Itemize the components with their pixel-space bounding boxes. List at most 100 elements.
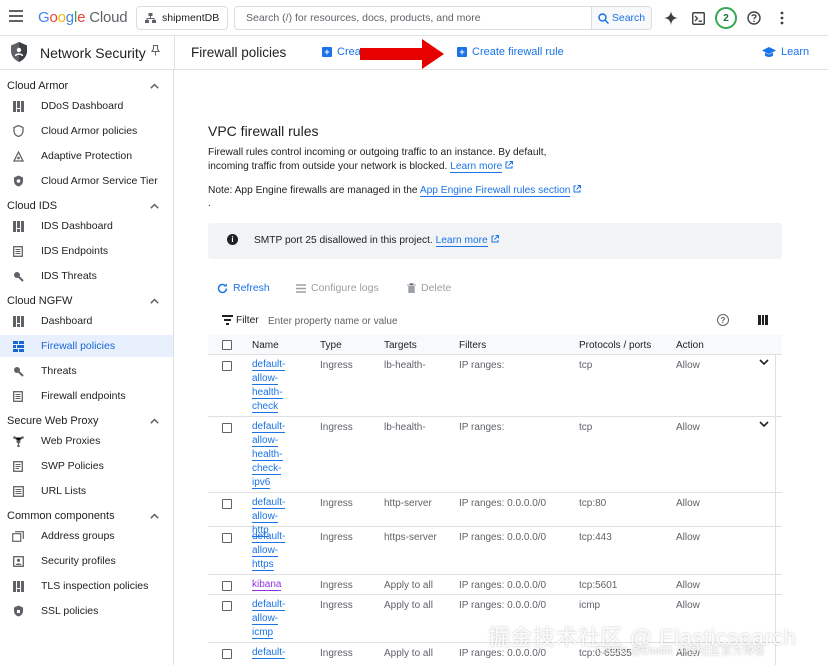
sidebar-item-swp-policies[interactable]: SWP Policies: [0, 455, 173, 477]
rule-name-link[interactable]: default-allow-health-check: [252, 358, 292, 414]
column-display-icon[interactable]: [758, 315, 769, 325]
header-divider: [174, 36, 175, 70]
sidebar-item-label: Security profiles: [41, 555, 116, 567]
sidebar-item-dashboard[interactable]: Dashboard: [0, 310, 173, 332]
column-header-targets[interactable]: Targets: [384, 340, 417, 351]
filter-input[interactable]: [268, 312, 648, 330]
sidebar-item-adaptive-protection[interactable]: Adaptive Protection: [0, 145, 173, 167]
sidebar-section-common-components[interactable]: Common components: [7, 510, 115, 522]
list-icon: [12, 485, 24, 497]
configure-logs-button[interactable]: Configure logs: [296, 282, 379, 294]
sidebar-item-url-lists[interactable]: URL Lists: [0, 480, 173, 502]
sidebar-section-cloud-armor[interactable]: Cloud Armor: [7, 80, 68, 92]
chevron-up-icon[interactable]: [150, 511, 159, 522]
sidebar-section-secure-web-proxy[interactable]: Secure Web Proxy: [7, 415, 99, 427]
cell-action: Allow: [676, 498, 700, 509]
table-header: Name Type Targets Filters Protocols / po…: [208, 335, 782, 355]
search-button[interactable]: Search: [591, 7, 651, 29]
tls-icon: [12, 580, 24, 592]
sidebar-section-cloud-ids[interactable]: Cloud IDS: [7, 200, 57, 212]
column-header-name[interactable]: Name: [252, 340, 279, 351]
sidebar-item-firewall-endpoints[interactable]: Firewall endpoints: [0, 385, 173, 407]
endpoint-icon: [12, 245, 24, 257]
refresh-icon: [217, 283, 228, 293]
sidebar-section-cloud-ngfw[interactable]: Cloud NGFW: [7, 295, 72, 307]
row-checkbox[interactable]: [222, 581, 232, 591]
sidebar-item-ids-dashboard[interactable]: IDS Dashboard: [0, 215, 173, 237]
cell-targets: https-server: [384, 532, 437, 543]
row-checkbox[interactable]: [222, 533, 232, 543]
select-all-checkbox[interactable]: [222, 340, 232, 350]
row-checkbox[interactable]: [222, 423, 232, 433]
google-cloud-logo[interactable]: Google Cloud: [38, 9, 128, 26]
column-header-action[interactable]: Action: [676, 340, 704, 351]
sidebar-item-ddos-dashboard[interactable]: DDoS Dashboard: [0, 95, 173, 117]
gemini-sparkle-icon[interactable]: [662, 9, 680, 27]
rule-name-link[interactable]: default-allow-health-check-ipv6: [252, 420, 292, 490]
chevron-up-icon[interactable]: [150, 201, 159, 212]
refresh-button[interactable]: Refresh: [217, 282, 270, 294]
table-row: kibana Ingress Apply to all IP ranges: 0.0.…: [208, 575, 782, 595]
sidebar-item-ids-threats[interactable]: IDS Threats: [0, 265, 173, 287]
info-learn-more-link[interactable]: Learn more: [435, 235, 488, 247]
sidebar-item-ssl-policies[interactable]: SSL policies: [0, 600, 173, 622]
cell-action: Allow: [676, 580, 700, 591]
column-header-protocols[interactable]: Protocols / ports: [579, 340, 651, 351]
sidebar-item-label: Firewall policies: [41, 340, 116, 352]
sidebar-item-web-proxies[interactable]: Web Proxies: [0, 430, 173, 452]
main-menu-icon[interactable]: [9, 10, 23, 24]
learn-button[interactable]: Learn: [762, 46, 809, 58]
firewall-icon: [12, 340, 24, 352]
sidebar-item-label: Dashboard: [41, 315, 93, 327]
app-engine-rules-link[interactable]: App Engine Firewall rules section: [419, 185, 571, 197]
learn-more-link[interactable]: Learn more: [450, 161, 503, 173]
search-input[interactable]: [235, 7, 591, 29]
delete-button[interactable]: Delete: [407, 282, 451, 294]
create-firewall-policy-button[interactable]: + Creat: [322, 46, 364, 58]
top-bar: Google Cloud shipmentDB Search 2: [0, 0, 828, 36]
sidebar-item-tls-inspection-policies[interactable]: TLS inspection policies: [0, 575, 173, 597]
create-firewall-rule-button[interactable]: + Create firewall rule: [457, 46, 564, 58]
chevron-up-icon[interactable]: [150, 296, 159, 307]
sidebar: Cloud Armor DDoS Dashboard Cloud Armor pol…: [0, 70, 174, 665]
sidebar-item-label: Cloud Armor Service Tier: [41, 175, 158, 187]
more-vert-icon[interactable]: [773, 9, 791, 27]
cell-targets: lb-health-: [384, 422, 426, 433]
project-hierarchy-icon: [145, 12, 156, 23]
expand-row-chevron-icon[interactable]: [759, 419, 769, 431]
help-icon[interactable]: [745, 9, 763, 27]
logo-google-text: Google: [38, 9, 86, 26]
cloud-shell-icon[interactable]: [689, 9, 707, 27]
row-checkbox[interactable]: [222, 649, 232, 659]
rule-name-link[interactable]: default-allow-https: [252, 530, 292, 572]
column-header-type[interactable]: Type: [320, 340, 342, 351]
rule-name-link[interactable]: kibana: [252, 578, 292, 592]
refresh-label: Refresh: [233, 282, 270, 294]
filter-help-icon[interactable]: ?: [717, 314, 729, 326]
ssl-icon: [12, 605, 24, 617]
row-checkbox[interactable]: [222, 601, 232, 611]
column-header-filters[interactable]: Filters: [459, 340, 486, 351]
sidebar-item-threats[interactable]: Threats: [0, 360, 173, 382]
chevron-up-icon[interactable]: [150, 416, 159, 427]
rule-name-link[interactable]: default-: [252, 646, 292, 660]
notifications-badge[interactable]: 2: [715, 7, 737, 29]
sidebar-item-label: Address groups: [41, 530, 115, 542]
pin-icon[interactable]: [151, 44, 160, 59]
sidebar-item-address-groups[interactable]: Address groups: [0, 525, 173, 547]
rule-name-link[interactable]: default-allow-icmp: [252, 598, 292, 640]
page-title: Firewall policies: [191, 45, 287, 60]
sidebar-item-cloud-armor-policies[interactable]: Cloud Armor policies: [0, 120, 173, 142]
sidebar-item-security-profiles[interactable]: Security profiles: [0, 550, 173, 572]
project-picker[interactable]: shipmentDB: [136, 6, 228, 30]
sidebar-item-label: Cloud Armor policies: [41, 125, 138, 137]
threat-icon: [12, 270, 24, 282]
expand-row-chevron-icon[interactable]: [759, 357, 769, 369]
sidebar-item-firewall-policies[interactable]: Firewall policies: [0, 335, 173, 357]
row-checkbox[interactable]: [222, 361, 232, 371]
sidebar-item-cloud-armor-service-tier[interactable]: Cloud Armor Service Tier: [0, 170, 173, 192]
sidebar-item-ids-endpoints[interactable]: IDS Endpoints: [0, 240, 173, 262]
cell-type: Ingress: [320, 498, 353, 509]
row-checkbox[interactable]: [222, 499, 232, 509]
chevron-up-icon[interactable]: [150, 81, 159, 92]
